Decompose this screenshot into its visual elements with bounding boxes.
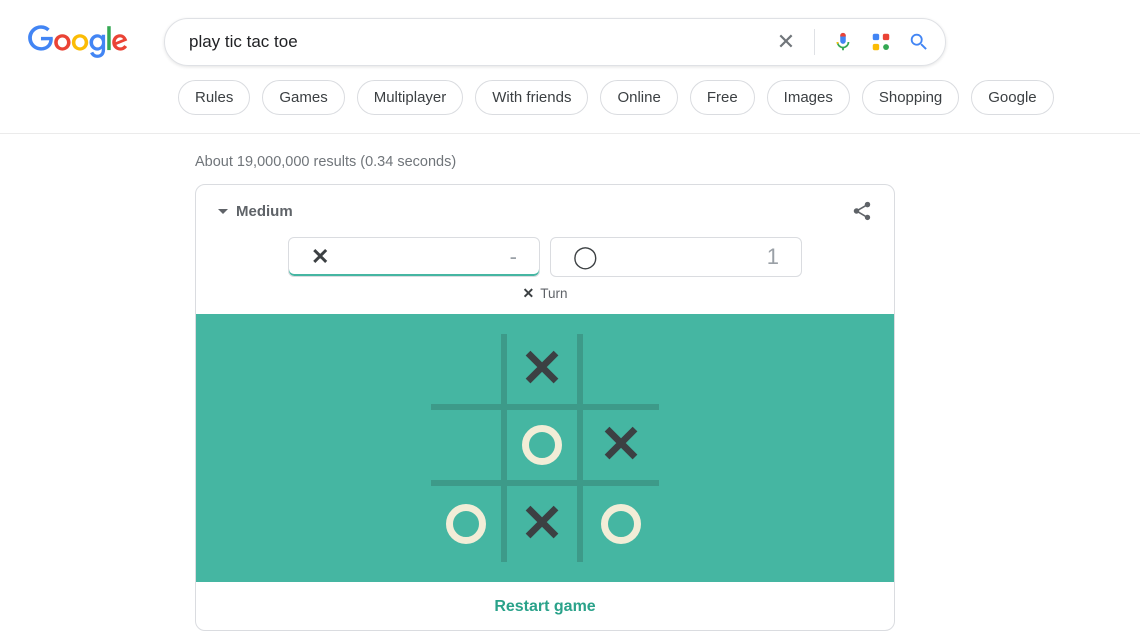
search-bar[interactable]: ✕	[164, 18, 946, 66]
cell-5[interactable]: ✕	[583, 410, 659, 486]
chip-multiplayer[interactable]: Multiplayer	[357, 80, 464, 115]
cell-8[interactable]	[583, 486, 659, 562]
mic-icon[interactable]	[831, 30, 855, 54]
chip-images[interactable]: Images	[767, 80, 850, 115]
x-mark-icon: ✕	[599, 419, 643, 471]
chip-with-friends[interactable]: With friends	[475, 80, 588, 115]
score-o[interactable]: ◯ 1	[550, 237, 802, 277]
chip-online[interactable]: Online	[600, 80, 677, 115]
score-o-value: 1	[767, 244, 779, 270]
score-row: ✕ - ◯ 1	[196, 233, 894, 285]
caret-down-icon	[218, 209, 228, 214]
difficulty-selector[interactable]: Medium	[218, 203, 293, 220]
chip-rules[interactable]: Rules	[178, 80, 250, 115]
cell-1[interactable]: ✕	[507, 334, 583, 410]
result-stats: About 19,000,000 results (0.34 seconds)	[195, 134, 895, 184]
turn-label: Turn	[540, 286, 567, 301]
cell-3[interactable]	[431, 410, 507, 486]
filter-chips: Rules Games Multiplayer With friends Onl…	[178, 80, 1140, 115]
share-icon[interactable]	[850, 199, 874, 223]
search-input[interactable]	[187, 31, 764, 53]
chip-shopping[interactable]: Shopping	[862, 80, 959, 115]
cell-6[interactable]	[431, 486, 507, 562]
chip-games[interactable]: Games	[262, 80, 344, 115]
turn-indicator: ✕ Turn	[196, 285, 894, 314]
board-area: ✕ ✕ ✕	[196, 314, 894, 582]
x-mark-label: ✕	[311, 246, 329, 268]
cell-7[interactable]: ✕	[507, 486, 583, 562]
cell-2[interactable]	[583, 334, 659, 410]
chip-free[interactable]: Free	[690, 80, 755, 115]
o-mark-icon	[446, 504, 486, 544]
difficulty-label: Medium	[236, 203, 293, 220]
searchbar-actions: ✕	[774, 29, 931, 55]
o-mark-icon	[601, 504, 641, 544]
o-mark-label: ◯	[573, 246, 598, 268]
x-mark-icon: ✕	[520, 343, 564, 395]
o-mark-icon	[522, 425, 562, 465]
cell-0[interactable]	[431, 334, 507, 410]
lens-icon[interactable]	[869, 30, 893, 54]
tictactoe-card: Medium ✕ - ◯ 1 ✕ Turn ✕	[195, 184, 895, 631]
x-mark-icon: ✕	[520, 498, 564, 550]
chip-google[interactable]: Google	[971, 80, 1053, 115]
turn-mark: ✕	[523, 285, 535, 302]
clear-icon[interactable]: ✕	[774, 30, 798, 54]
separator	[814, 29, 815, 55]
score-x[interactable]: ✕ -	[288, 237, 540, 277]
google-logo[interactable]	[28, 24, 128, 60]
header-bar: ✕	[0, 0, 1140, 66]
tictactoe-board: ✕ ✕ ✕	[431, 334, 659, 562]
search-icon[interactable]	[907, 30, 931, 54]
cell-4[interactable]	[507, 410, 583, 486]
restart-button[interactable]: Restart game	[196, 582, 894, 630]
score-x-value: -	[510, 244, 517, 270]
